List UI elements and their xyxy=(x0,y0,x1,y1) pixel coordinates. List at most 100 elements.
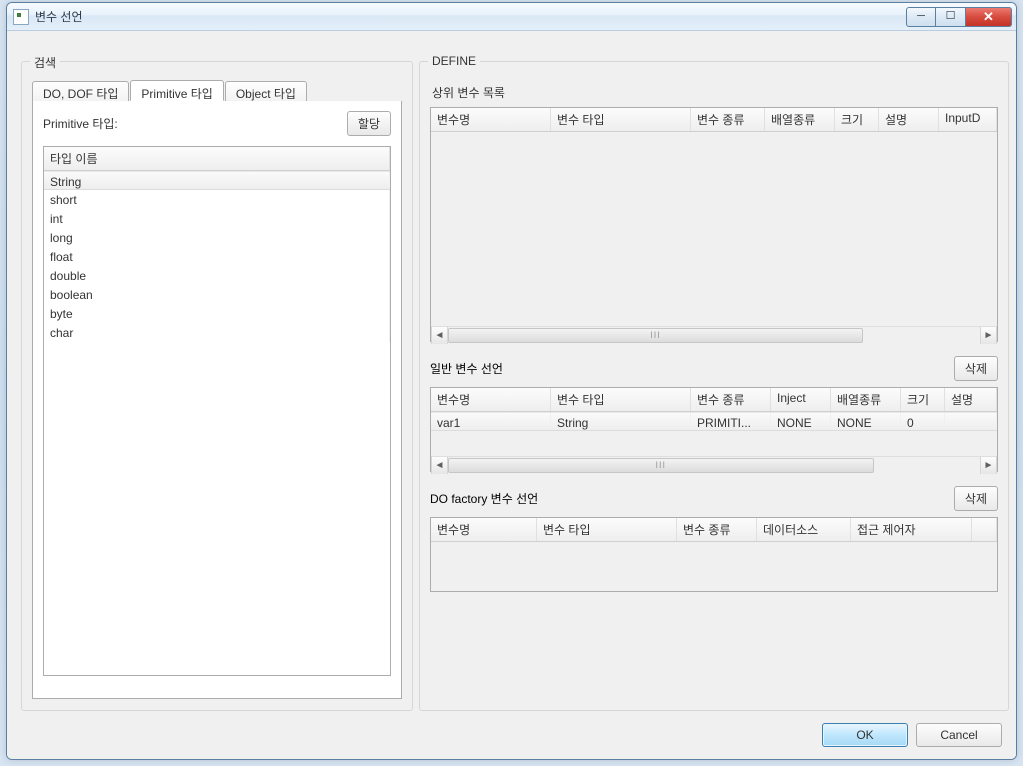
minimize-button[interactable]: ─ xyxy=(906,7,936,27)
primitive-tabpage: Primitive 타입: 할당 타입 이름 String short int … xyxy=(32,101,402,699)
list-item-label: char xyxy=(44,323,390,342)
table-col[interactable]: 데이터소스 xyxy=(757,518,851,541)
scroll-right-icon[interactable]: ► xyxy=(980,327,997,344)
list-item-label: boolean xyxy=(44,285,390,304)
window-title: 변수 선언 xyxy=(35,8,83,25)
tab-object[interactable]: Object 타입 xyxy=(225,81,307,102)
app-icon xyxy=(13,9,29,25)
general-variables-table[interactable]: 변수명 변수 타입 변수 종류 Inject 배열종류 크기 설명 var1 S… xyxy=(430,387,998,472)
maximize-icon: ☐ xyxy=(946,11,956,22)
list-item-label: int xyxy=(44,209,390,228)
factory-variables-table[interactable]: 변수명 변수 타입 변수 종류 데이터소스 접근 제어자 xyxy=(430,517,998,592)
dialog-button-row: OK Cancel xyxy=(822,723,1002,747)
list-item-label: long xyxy=(44,228,390,247)
table-col[interactable]: 변수명 xyxy=(431,518,537,541)
scroll-thumb[interactable]: III xyxy=(448,458,874,473)
table-col[interactable] xyxy=(972,518,997,541)
close-icon: ✕ xyxy=(983,10,994,23)
list-item-label: String xyxy=(44,172,390,189)
primitive-header-col[interactable]: 타입 이름 xyxy=(44,147,390,170)
scroll-left-icon[interactable]: ◄ xyxy=(431,457,448,474)
client-area: 검색 DO, DOF 타입 Primitive 타입 Object 타입 Pri… xyxy=(7,31,1016,759)
list-item[interactable]: short xyxy=(44,190,390,209)
factory-delete-button[interactable]: 삭제 xyxy=(954,486,998,511)
table-col[interactable]: InputD xyxy=(939,108,997,131)
search-tabstrip: DO, DOF 타입 Primitive 타입 Object 타입 xyxy=(32,80,402,102)
factory-section-header: DO factory 변수 선언 삭제 xyxy=(430,486,998,511)
scroll-right-icon[interactable]: ► xyxy=(980,457,997,474)
tab-primitive[interactable]: Primitive 타입 xyxy=(130,80,223,101)
define-groupbox: DEFINE 상위 변수 목록 변수명 변수 타입 변수 종류 배열종류 크기 … xyxy=(419,61,1009,711)
assign-button[interactable]: 할당 xyxy=(347,111,391,136)
general-hscrollbar[interactable]: ◄ III ► xyxy=(431,456,997,473)
primitive-label: Primitive 타입: xyxy=(43,115,118,132)
scroll-grip-icon: III xyxy=(650,330,661,340)
table-col[interactable]: 설명 xyxy=(879,108,939,131)
primitive-type-list[interactable]: 타입 이름 String short int long float double… xyxy=(43,146,391,676)
table-col[interactable]: 배열종류 xyxy=(831,388,901,411)
table-col[interactable]: Inject xyxy=(771,388,831,411)
list-item[interactable]: float xyxy=(44,247,390,266)
list-item[interactable]: double xyxy=(44,266,390,285)
table-col[interactable]: 접근 제어자 xyxy=(851,518,972,541)
general-delete-button[interactable]: 삭제 xyxy=(954,356,998,381)
list-item[interactable]: long xyxy=(44,228,390,247)
primitive-list-header[interactable]: 타입 이름 xyxy=(44,147,390,171)
minimize-icon: ─ xyxy=(917,11,925,22)
window-controls: ─ ☐ ✕ xyxy=(906,7,1012,27)
list-item-label: float xyxy=(44,247,390,266)
table-col[interactable]: 설명 xyxy=(945,388,997,411)
close-button[interactable]: ✕ xyxy=(966,7,1012,27)
upper-table-header[interactable]: 변수명 변수 타입 변수 종류 배열종류 크기 설명 InputD xyxy=(431,108,997,132)
list-item-label: byte xyxy=(44,304,390,323)
upper-variables-label: 상위 변수 목록 xyxy=(432,84,998,101)
table-col[interactable]: 변수 종류 xyxy=(677,518,757,541)
table-row[interactable]: var1 String PRIMITI... NONE NONE 0 xyxy=(431,412,997,431)
tab-do-dof[interactable]: DO, DOF 타입 xyxy=(32,81,129,102)
ok-button[interactable]: OK xyxy=(822,723,908,747)
list-item[interactable]: String xyxy=(44,171,390,190)
table-col[interactable]: 크기 xyxy=(901,388,945,411)
cell-inject: NONE xyxy=(771,413,831,430)
table-col[interactable]: 크기 xyxy=(835,108,879,131)
titlebar[interactable]: 변수 선언 ─ ☐ ✕ xyxy=(7,3,1016,31)
cell-vartype: String xyxy=(551,413,691,430)
upper-variables-table[interactable]: 변수명 변수 타입 변수 종류 배열종류 크기 설명 InputD ◄ III xyxy=(430,107,998,342)
cell-varname: var1 xyxy=(431,413,551,430)
table-col[interactable]: 변수명 xyxy=(431,108,551,131)
scroll-left-icon[interactable]: ◄ xyxy=(431,327,448,344)
table-col[interactable]: 변수 타입 xyxy=(551,388,691,411)
dialog-window: 변수 선언 ─ ☐ ✕ 검색 DO, DOF 타입 Primitive 타입 O… xyxy=(6,2,1017,760)
define-legend: DEFINE xyxy=(428,54,480,68)
list-item[interactable]: boolean xyxy=(44,285,390,304)
general-table-header[interactable]: 변수명 변수 타입 변수 종류 Inject 배열종류 크기 설명 xyxy=(431,388,997,412)
search-groupbox: 검색 DO, DOF 타입 Primitive 타입 Object 타입 Pri… xyxy=(21,61,413,711)
primitive-list-body: String short int long float double boole… xyxy=(44,171,390,342)
general-table-body: var1 String PRIMITI... NONE NONE 0 xyxy=(431,412,997,456)
table-col[interactable]: 배열종류 xyxy=(765,108,835,131)
list-item[interactable]: byte xyxy=(44,304,390,323)
cancel-button[interactable]: Cancel xyxy=(916,723,1002,747)
maximize-button[interactable]: ☐ xyxy=(936,7,966,27)
cell-size: 0 xyxy=(901,413,945,430)
general-variables-label: 일반 변수 선언 xyxy=(430,360,503,377)
list-item-label: double xyxy=(44,266,390,285)
scroll-track[interactable]: III xyxy=(448,458,980,473)
factory-table-header[interactable]: 변수명 변수 타입 변수 종류 데이터소스 접근 제어자 xyxy=(431,518,997,542)
table-col[interactable]: 변수 타입 xyxy=(537,518,677,541)
upper-hscrollbar[interactable]: ◄ III ► xyxy=(431,326,997,343)
scroll-track[interactable]: III xyxy=(448,328,980,343)
table-col[interactable]: 변수 종류 xyxy=(691,108,765,131)
list-item[interactable]: int xyxy=(44,209,390,228)
factory-table-body xyxy=(431,542,997,592)
scroll-thumb[interactable]: III xyxy=(448,328,863,343)
upper-table-body xyxy=(431,132,997,326)
table-col[interactable]: 변수 타입 xyxy=(551,108,691,131)
list-item[interactable]: char xyxy=(44,323,390,342)
cell-arraytype: NONE xyxy=(831,413,901,430)
cell-varkind: PRIMITI... xyxy=(691,413,771,430)
general-section-header: 일반 변수 선언 삭제 xyxy=(430,356,998,381)
factory-variables-label: DO factory 변수 선언 xyxy=(430,490,538,507)
table-col[interactable]: 변수 종류 xyxy=(691,388,771,411)
table-col[interactable]: 변수명 xyxy=(431,388,551,411)
